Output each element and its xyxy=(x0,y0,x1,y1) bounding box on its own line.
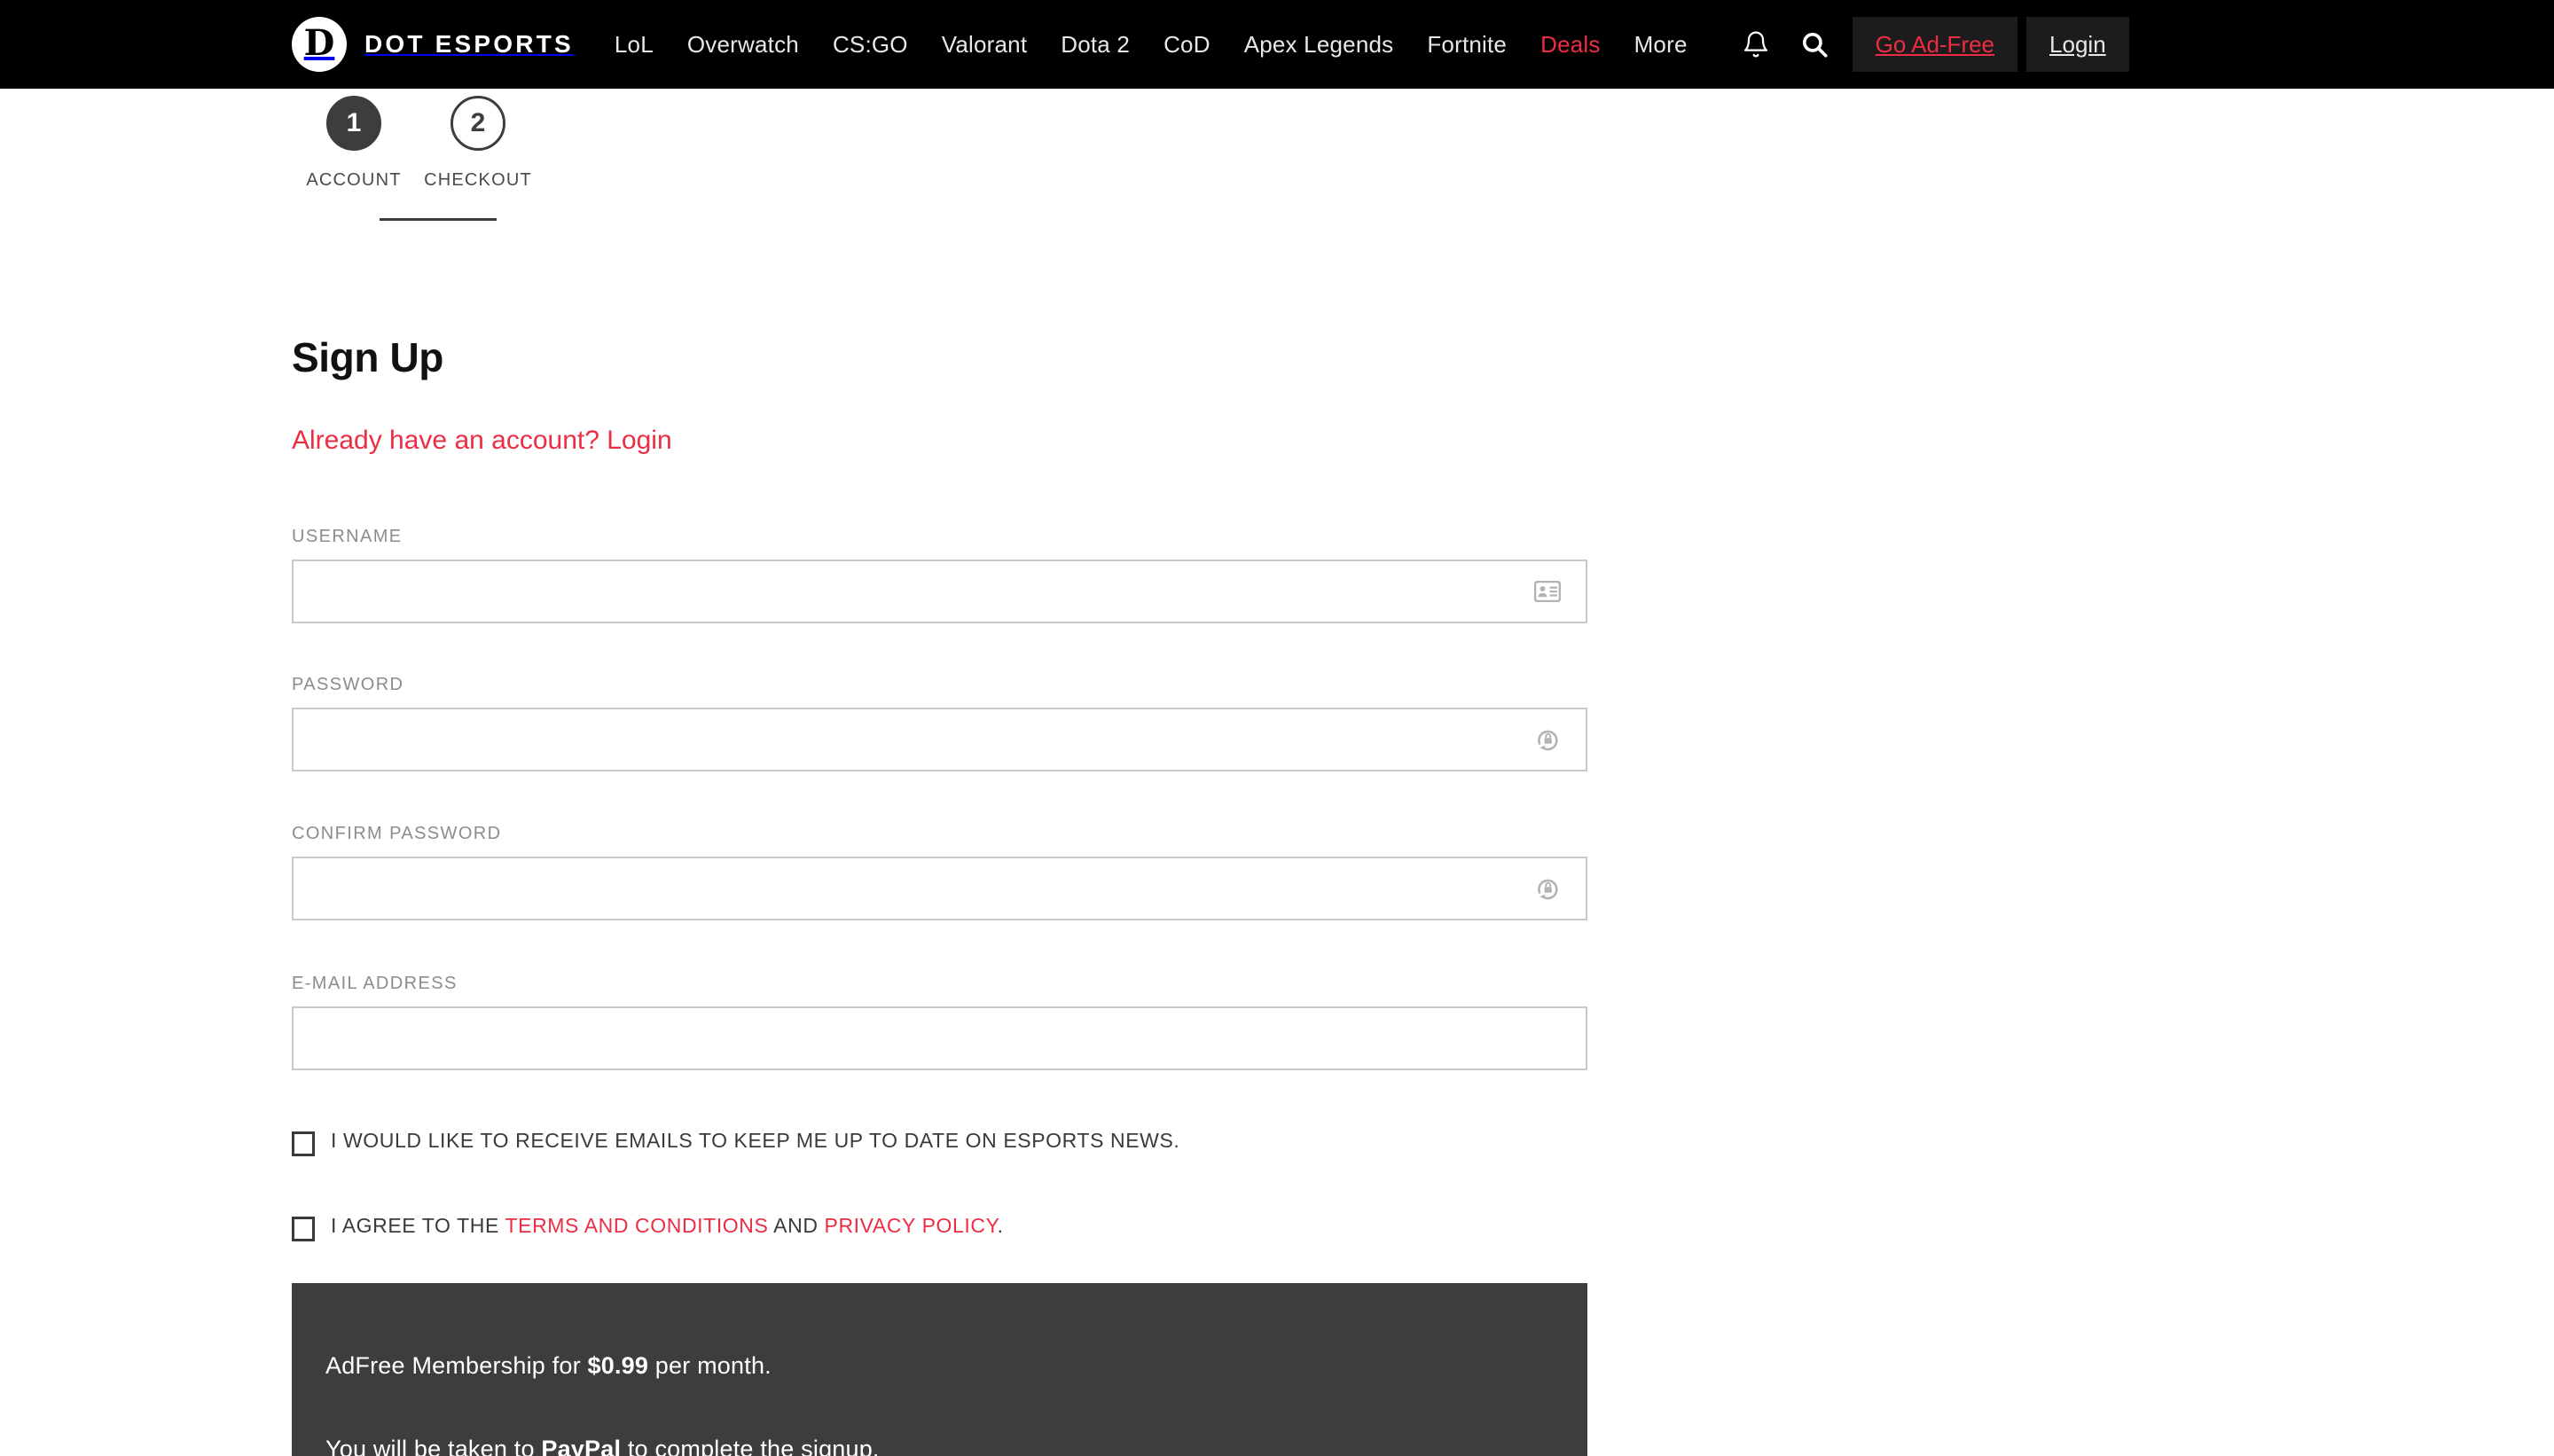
already-have-account-login-link[interactable]: Already have an account? Login xyxy=(292,426,672,456)
terms-and-conditions-link[interactable]: TERMS AND CONDITIONS xyxy=(505,1214,768,1237)
search-button[interactable] xyxy=(1785,15,1844,74)
username-input[interactable] xyxy=(294,561,1586,622)
terms-text-after: . xyxy=(997,1214,1004,1237)
header-actions: Go Ad-Free Login xyxy=(1727,15,2129,74)
newsletter-checkbox-label: I WOULD LIKE TO RECEIVE EMAILS TO KEEP M… xyxy=(331,1129,1180,1152)
nav-item-dota2[interactable]: Dota 2 xyxy=(1061,31,1130,59)
adfree-price-value: $0.99 xyxy=(587,1352,649,1379)
go-ad-free-button[interactable]: Go Ad-Free xyxy=(1852,17,2018,72)
main-navigation: LoL Overwatch CS:GO Valorant Dota 2 CoD … xyxy=(615,31,1688,59)
checkbox-row-newsletter[interactable]: I WOULD LIKE TO RECEIVE EMAILS TO KEEP M… xyxy=(292,1129,1179,1156)
brand-name: DOT ESPORTS xyxy=(364,30,574,58)
nav-item-cod[interactable]: CoD xyxy=(1163,31,1210,59)
field-email: E-MAIL ADDRESS xyxy=(292,974,1587,1070)
nav-item-deals[interactable]: Deals xyxy=(1540,31,1600,59)
adfree-price-prefix: AdFree Membership for xyxy=(325,1352,588,1379)
paypal-text-prefix: You will be taken to xyxy=(325,1436,542,1456)
login-button[interactable]: Login xyxy=(2026,17,2129,72)
search-icon xyxy=(1802,32,1828,58)
field-username-label: USERNAME xyxy=(292,527,403,546)
field-confirm-password-box[interactable] xyxy=(292,857,1587,920)
nav-item-lol[interactable]: LoL xyxy=(615,31,654,59)
privacy-policy-link[interactable]: PRIVACY POLICY xyxy=(825,1214,998,1237)
confirm-password-input[interactable] xyxy=(294,858,1586,919)
logo-glyph: D xyxy=(303,22,335,64)
nav-item-valorant[interactable]: Valorant xyxy=(942,31,1028,59)
field-email-label: E-MAIL ADDRESS xyxy=(292,974,458,993)
terms-checkbox-label: I AGREE TO THE TERMS AND CONDITIONS AND … xyxy=(331,1214,1004,1239)
adfree-price-suffix: per month. xyxy=(648,1352,772,1379)
paypal-brand-name: PayPal xyxy=(541,1436,622,1456)
newsletter-checkbox[interactable] xyxy=(292,1131,315,1156)
stepper-step-1-label: ACCOUNT xyxy=(306,170,402,190)
nav-item-fortnite[interactable]: Fortnite xyxy=(1427,31,1507,59)
nav-item-more[interactable]: More xyxy=(1634,31,1688,59)
site-header: D DOT ESPORTS LoL Overwatch CS:GO Valora… xyxy=(0,0,2554,89)
adfree-membership-panel: AdFree Membership for $0.99 per month. Y… xyxy=(292,1283,1587,1456)
field-password: PASSWORD xyxy=(292,675,1587,771)
paypal-text-suffix: to complete the signup. xyxy=(621,1436,880,1456)
nav-item-apex-legends[interactable]: Apex Legends xyxy=(1244,31,1394,59)
adfree-price-line: AdFree Membership for $0.99 per month. xyxy=(325,1352,772,1380)
field-confirm-password-label: CONFIRM PASSWORD xyxy=(292,824,502,843)
stepper-step-2-circle: 2 xyxy=(450,96,505,151)
id-card-icon-svg xyxy=(1534,581,1561,602)
signup-stepper: 1 ACCOUNT 2 CHECKOUT xyxy=(292,96,540,221)
field-username-box[interactable] xyxy=(292,560,1587,623)
field-username: USERNAME xyxy=(292,527,1587,623)
lock-refresh-icon-svg xyxy=(1538,879,1558,900)
lock-refresh-icon[interactable] xyxy=(1532,873,1563,904)
nav-item-csgo[interactable]: CS:GO xyxy=(833,31,908,59)
bell-icon xyxy=(1743,31,1767,58)
notifications-button[interactable] xyxy=(1727,15,1785,74)
lock-refresh-icon[interactable] xyxy=(1532,724,1563,755)
stepper-connector-line xyxy=(380,218,497,221)
stepper-step-account[interactable]: 1 ACCOUNT xyxy=(292,96,416,191)
id-card-icon[interactable] xyxy=(1532,576,1563,607)
terms-text-before: I AGREE TO THE xyxy=(331,1214,505,1237)
dot-esports-logo-icon: D xyxy=(292,17,347,72)
stepper-step-checkout[interactable]: 2 CHECKOUT xyxy=(416,96,540,191)
terms-text-middle: AND xyxy=(768,1214,825,1237)
lock-refresh-icon-svg xyxy=(1538,730,1558,751)
brand-logo-link[interactable]: D DOT ESPORTS xyxy=(292,17,574,72)
field-password-box[interactable] xyxy=(292,708,1587,771)
terms-checkbox[interactable] xyxy=(292,1217,315,1241)
stepper-step-1-circle: 1 xyxy=(326,96,381,151)
checkbox-row-terms[interactable]: I AGREE TO THE TERMS AND CONDITIONS AND … xyxy=(292,1214,1004,1241)
page-title: Sign Up xyxy=(292,334,443,380)
field-email-box[interactable] xyxy=(292,1006,1587,1070)
stepper-step-2-label: CHECKOUT xyxy=(424,170,532,190)
field-confirm-password: CONFIRM PASSWORD xyxy=(292,824,1587,920)
adfree-paypal-line: You will be taken to PayPal to complete … xyxy=(325,1436,880,1456)
password-input[interactable] xyxy=(294,709,1586,770)
field-password-label: PASSWORD xyxy=(292,675,404,694)
nav-item-overwatch[interactable]: Overwatch xyxy=(687,31,799,59)
email-input[interactable] xyxy=(294,1008,1586,1069)
